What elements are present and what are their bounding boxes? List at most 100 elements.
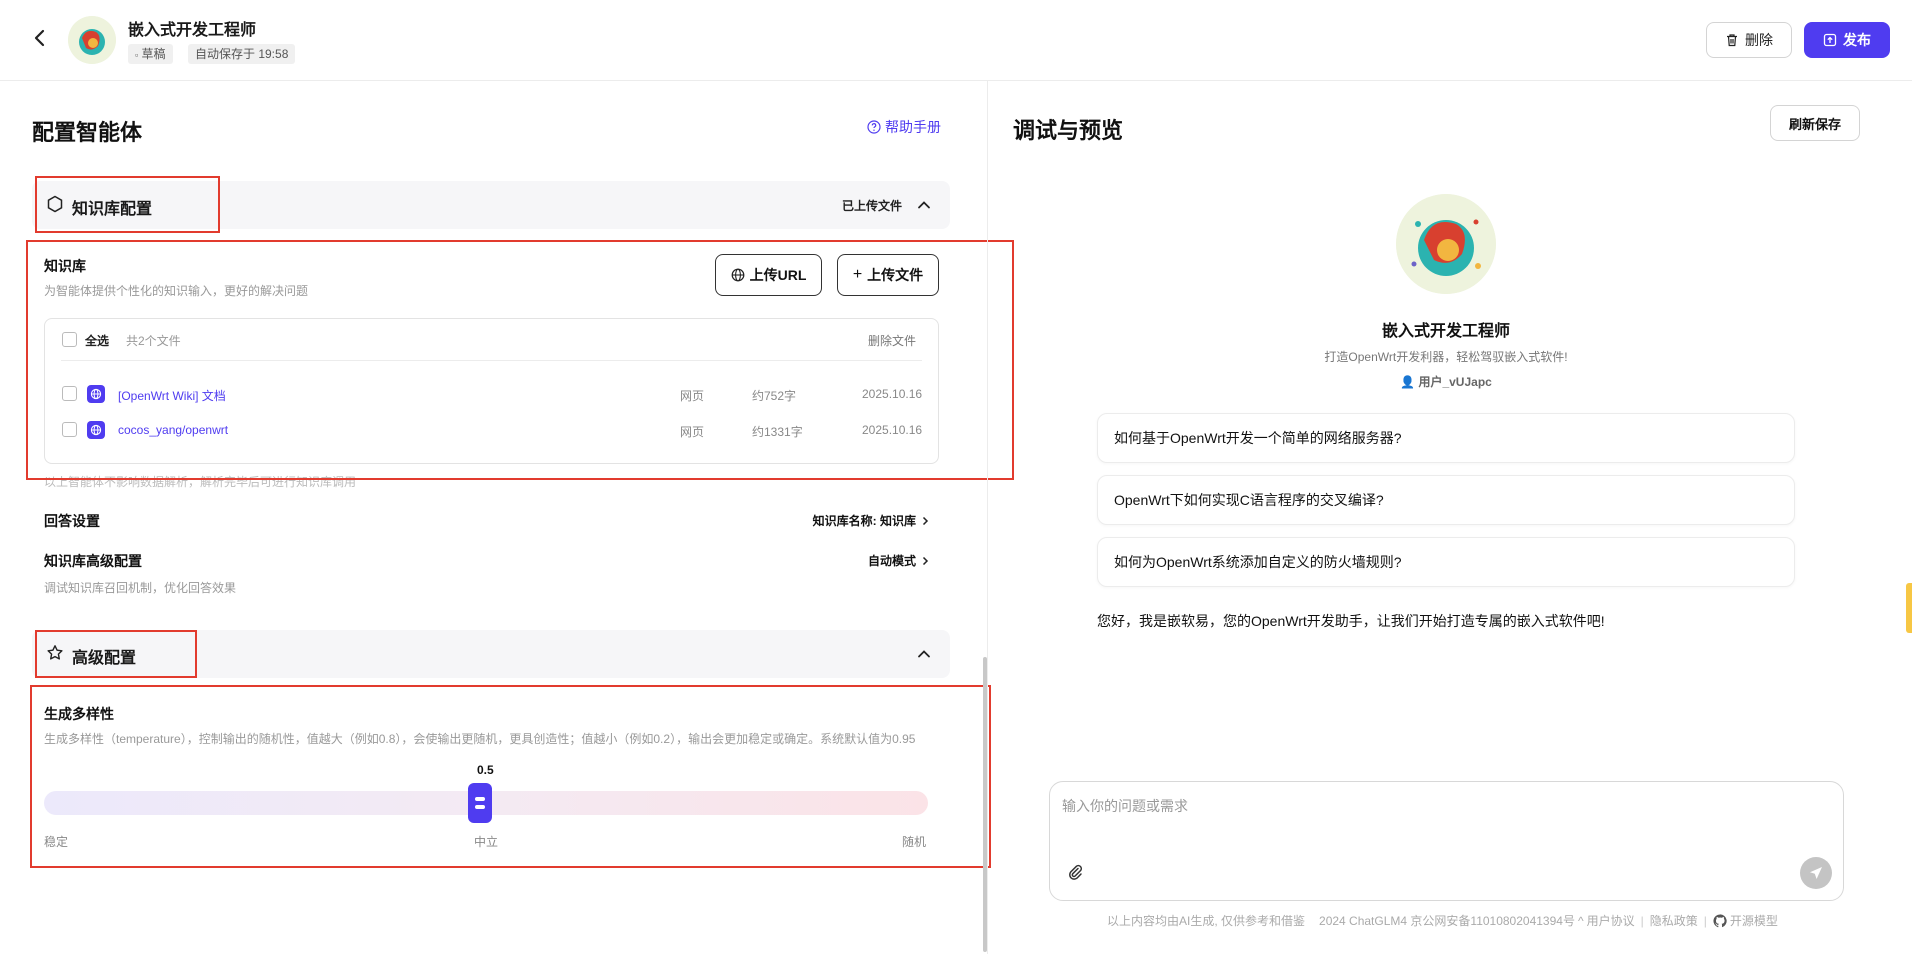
- refresh-save-button[interactable]: 刷新保存: [1770, 105, 1860, 141]
- file-type: 网页: [680, 425, 705, 439]
- uploaded-files-label: 已上传文件: [841, 199, 902, 213]
- kb-advanced-row[interactable]: 知识库高级配置 自动模式: [44, 549, 930, 573]
- answer-settings-value[interactable]: 知识库名称: 知识库: [813, 512, 930, 529]
- file-size: 约752字: [752, 389, 797, 403]
- preview-agent-desc: 打造OpenWrt开发利器，轻松驾驭嵌入式软件!: [1324, 350, 1568, 364]
- suggested-question[interactable]: 如何为OpenWrt系统添加自定义的防火墙规则?: [1097, 537, 1795, 587]
- suggested-question[interactable]: OpenWrt下如何实现C语言程序的交叉编译?: [1097, 475, 1795, 525]
- upload-url-button[interactable]: 上传URL: [715, 254, 822, 296]
- chevron-up-icon[interactable]: [916, 197, 932, 213]
- webpage-icon: [87, 385, 105, 403]
- globe-icon: [731, 268, 745, 282]
- back-arrow-icon[interactable]: [28, 26, 52, 50]
- footer-separator: |: [1640, 913, 1644, 928]
- file-name[interactable]: cocos_yang/openwrt: [118, 423, 228, 437]
- agent-title: 嵌入式开发工程师: [128, 22, 257, 39]
- chat-input-box: [1049, 781, 1844, 901]
- help-link[interactable]: 帮助手册: [867, 117, 941, 137]
- kb-name-value: 知识库名称: 知识库: [812, 514, 916, 528]
- file-checkbox[interactable]: [62, 422, 77, 437]
- advanced-section-header[interactable]: 高级配置: [32, 630, 950, 678]
- side-panel-handle[interactable]: [1906, 583, 1912, 633]
- footer-icp[interactable]: 2024 ChatGLM4 京公网安备11010802041394号: [1319, 912, 1575, 929]
- upload-icon: [1823, 33, 1837, 47]
- footer-agreement-link[interactable]: 用户协议: [1587, 912, 1635, 929]
- slider-label-stable: 稳定: [44, 835, 69, 849]
- file-row[interactable]: [OpenWrt Wiki] 文档 网页 约752字 2025.10.16: [45, 379, 938, 409]
- footer: 以上内容均由AI生成, 仅供参考和借鉴 2024 ChatGLM4 京公网安备1…: [1107, 912, 1778, 929]
- upload-url-label: 上传URL: [749, 267, 807, 283]
- file-date: 2025.10.16: [862, 387, 923, 401]
- chevron-right-icon: [922, 516, 929, 525]
- paperclip-icon[interactable]: [1065, 862, 1085, 882]
- footer-disclaimer: 以上内容均由AI生成, 仅供参考和借鉴: [1107, 914, 1306, 928]
- github-icon[interactable]: [1713, 913, 1727, 928]
- knowledge-section-header[interactable]: 知识库配置 已上传文件: [32, 181, 950, 229]
- user-icon: 👤: [1400, 375, 1416, 389]
- kb-advanced-desc: 调试知识库召回机制，优化回答效果: [44, 581, 237, 595]
- slider-label-random: 随机: [902, 835, 927, 849]
- delete-files-button[interactable]: 删除文件: [868, 332, 916, 349]
- kb-advanced-label: 知识库高级配置: [44, 553, 142, 569]
- webpage-icon: [87, 421, 105, 439]
- footer-opensource-link[interactable]: 开源模型: [1730, 912, 1778, 929]
- chat-input[interactable]: [1062, 798, 1822, 814]
- draft-icon: ▫: [135, 50, 139, 60]
- temperature-slider-thumb[interactable]: [468, 783, 492, 823]
- send-icon: [1810, 867, 1822, 879]
- knowledge-section-title: 知识库配置: [72, 201, 153, 218]
- chevron-right-icon: [922, 556, 929, 565]
- preview-agent-name: 嵌入式开发工程师: [1381, 323, 1510, 340]
- draft-label: 草稿: [141, 47, 166, 61]
- file-count: 共2个文件: [126, 334, 181, 348]
- slider-value: 0.5: [477, 763, 494, 777]
- top-bar: 嵌入式开发工程师 ▫ 草稿 自动保存于 19:58 删除 发布: [0, 0, 1912, 81]
- left-scrollbar[interactable]: [983, 657, 987, 952]
- temperature-desc: 生成多样性（temperature），控制输出的随机性，值越大（例如0.8），会…: [44, 732, 916, 746]
- file-size: 约1331字: [752, 425, 803, 439]
- advanced-section-title: 高级配置: [72, 650, 137, 667]
- column-divider: [987, 81, 988, 954]
- preview-title: 调试与预览: [1013, 118, 1124, 143]
- kb-note: 以上智能体不影响数据解析，解析完毕后可进行知识库调用: [44, 475, 357, 489]
- plus-icon: +: [852, 266, 863, 283]
- auto-mode-value: 自动模式: [867, 554, 916, 568]
- upload-file-label: 上传文件: [867, 267, 924, 283]
- select-all-checkbox[interactable]: [62, 332, 77, 347]
- user-name: 用户_vUJapc: [1418, 375, 1492, 389]
- send-button[interactable]: [1800, 857, 1832, 889]
- publish-label: 发布: [1843, 32, 1871, 48]
- help-label: 帮助手册: [885, 119, 941, 135]
- footer-privacy-link[interactable]: 隐私政策: [1650, 912, 1698, 929]
- file-table: 全选 共2个文件 删除文件 [OpenWrt Wiki] 文档 网页 约752字…: [44, 318, 939, 464]
- select-all-label: 全选: [85, 334, 110, 348]
- suggested-question[interactable]: 如何基于OpenWrt开发一个简单的网络服务器?: [1097, 413, 1795, 463]
- agent-avatar: [68, 16, 116, 64]
- table-divider: [61, 360, 922, 361]
- footer-separator: |: [1703, 913, 1707, 928]
- file-checkbox[interactable]: [62, 386, 77, 401]
- upload-file-button[interactable]: + 上传文件: [837, 254, 939, 296]
- greeting-message: 您好，我是嵌软易，您的OpenWrt开发助手，让我们开始打造专属的嵌入式软件吧!: [1097, 613, 1605, 629]
- file-date: 2025.10.16: [862, 423, 923, 437]
- delete-button[interactable]: 删除: [1706, 22, 1792, 58]
- kb-label: 知识库: [44, 258, 86, 274]
- publish-button[interactable]: 发布: [1804, 22, 1890, 58]
- agent-avatar-large: [1396, 194, 1496, 294]
- delete-label: 删除: [1745, 32, 1773, 48]
- trash-icon: [1727, 34, 1737, 47]
- chevron-up-icon[interactable]: [916, 646, 932, 662]
- kb-description: 为智能体提供个性化的知识输入，更好的解决问题: [44, 284, 309, 298]
- file-table-header: 全选 共2个文件 删除文件: [45, 319, 938, 361]
- kb-advanced-value[interactable]: 自动模式: [868, 552, 930, 569]
- file-type: 网页: [680, 389, 705, 403]
- answer-settings-label: 回答设置: [44, 513, 100, 529]
- slider-label-neutral: 中立: [474, 835, 499, 849]
- hexagon-icon: [47, 195, 63, 213]
- preview-agent-user: 👤 用户_vUJapc: [1200, 373, 1692, 390]
- file-row[interactable]: cocos_yang/openwrt 网页 约1331字 2025.10.16: [45, 415, 938, 445]
- answer-settings-row[interactable]: 回答设置 知识库名称: 知识库: [44, 509, 930, 533]
- file-name[interactable]: [OpenWrt Wiki] 文档: [118, 387, 226, 404]
- config-title: 配置智能体: [32, 120, 143, 145]
- chevron-up-small-icon: ^: [1577, 913, 1584, 928]
